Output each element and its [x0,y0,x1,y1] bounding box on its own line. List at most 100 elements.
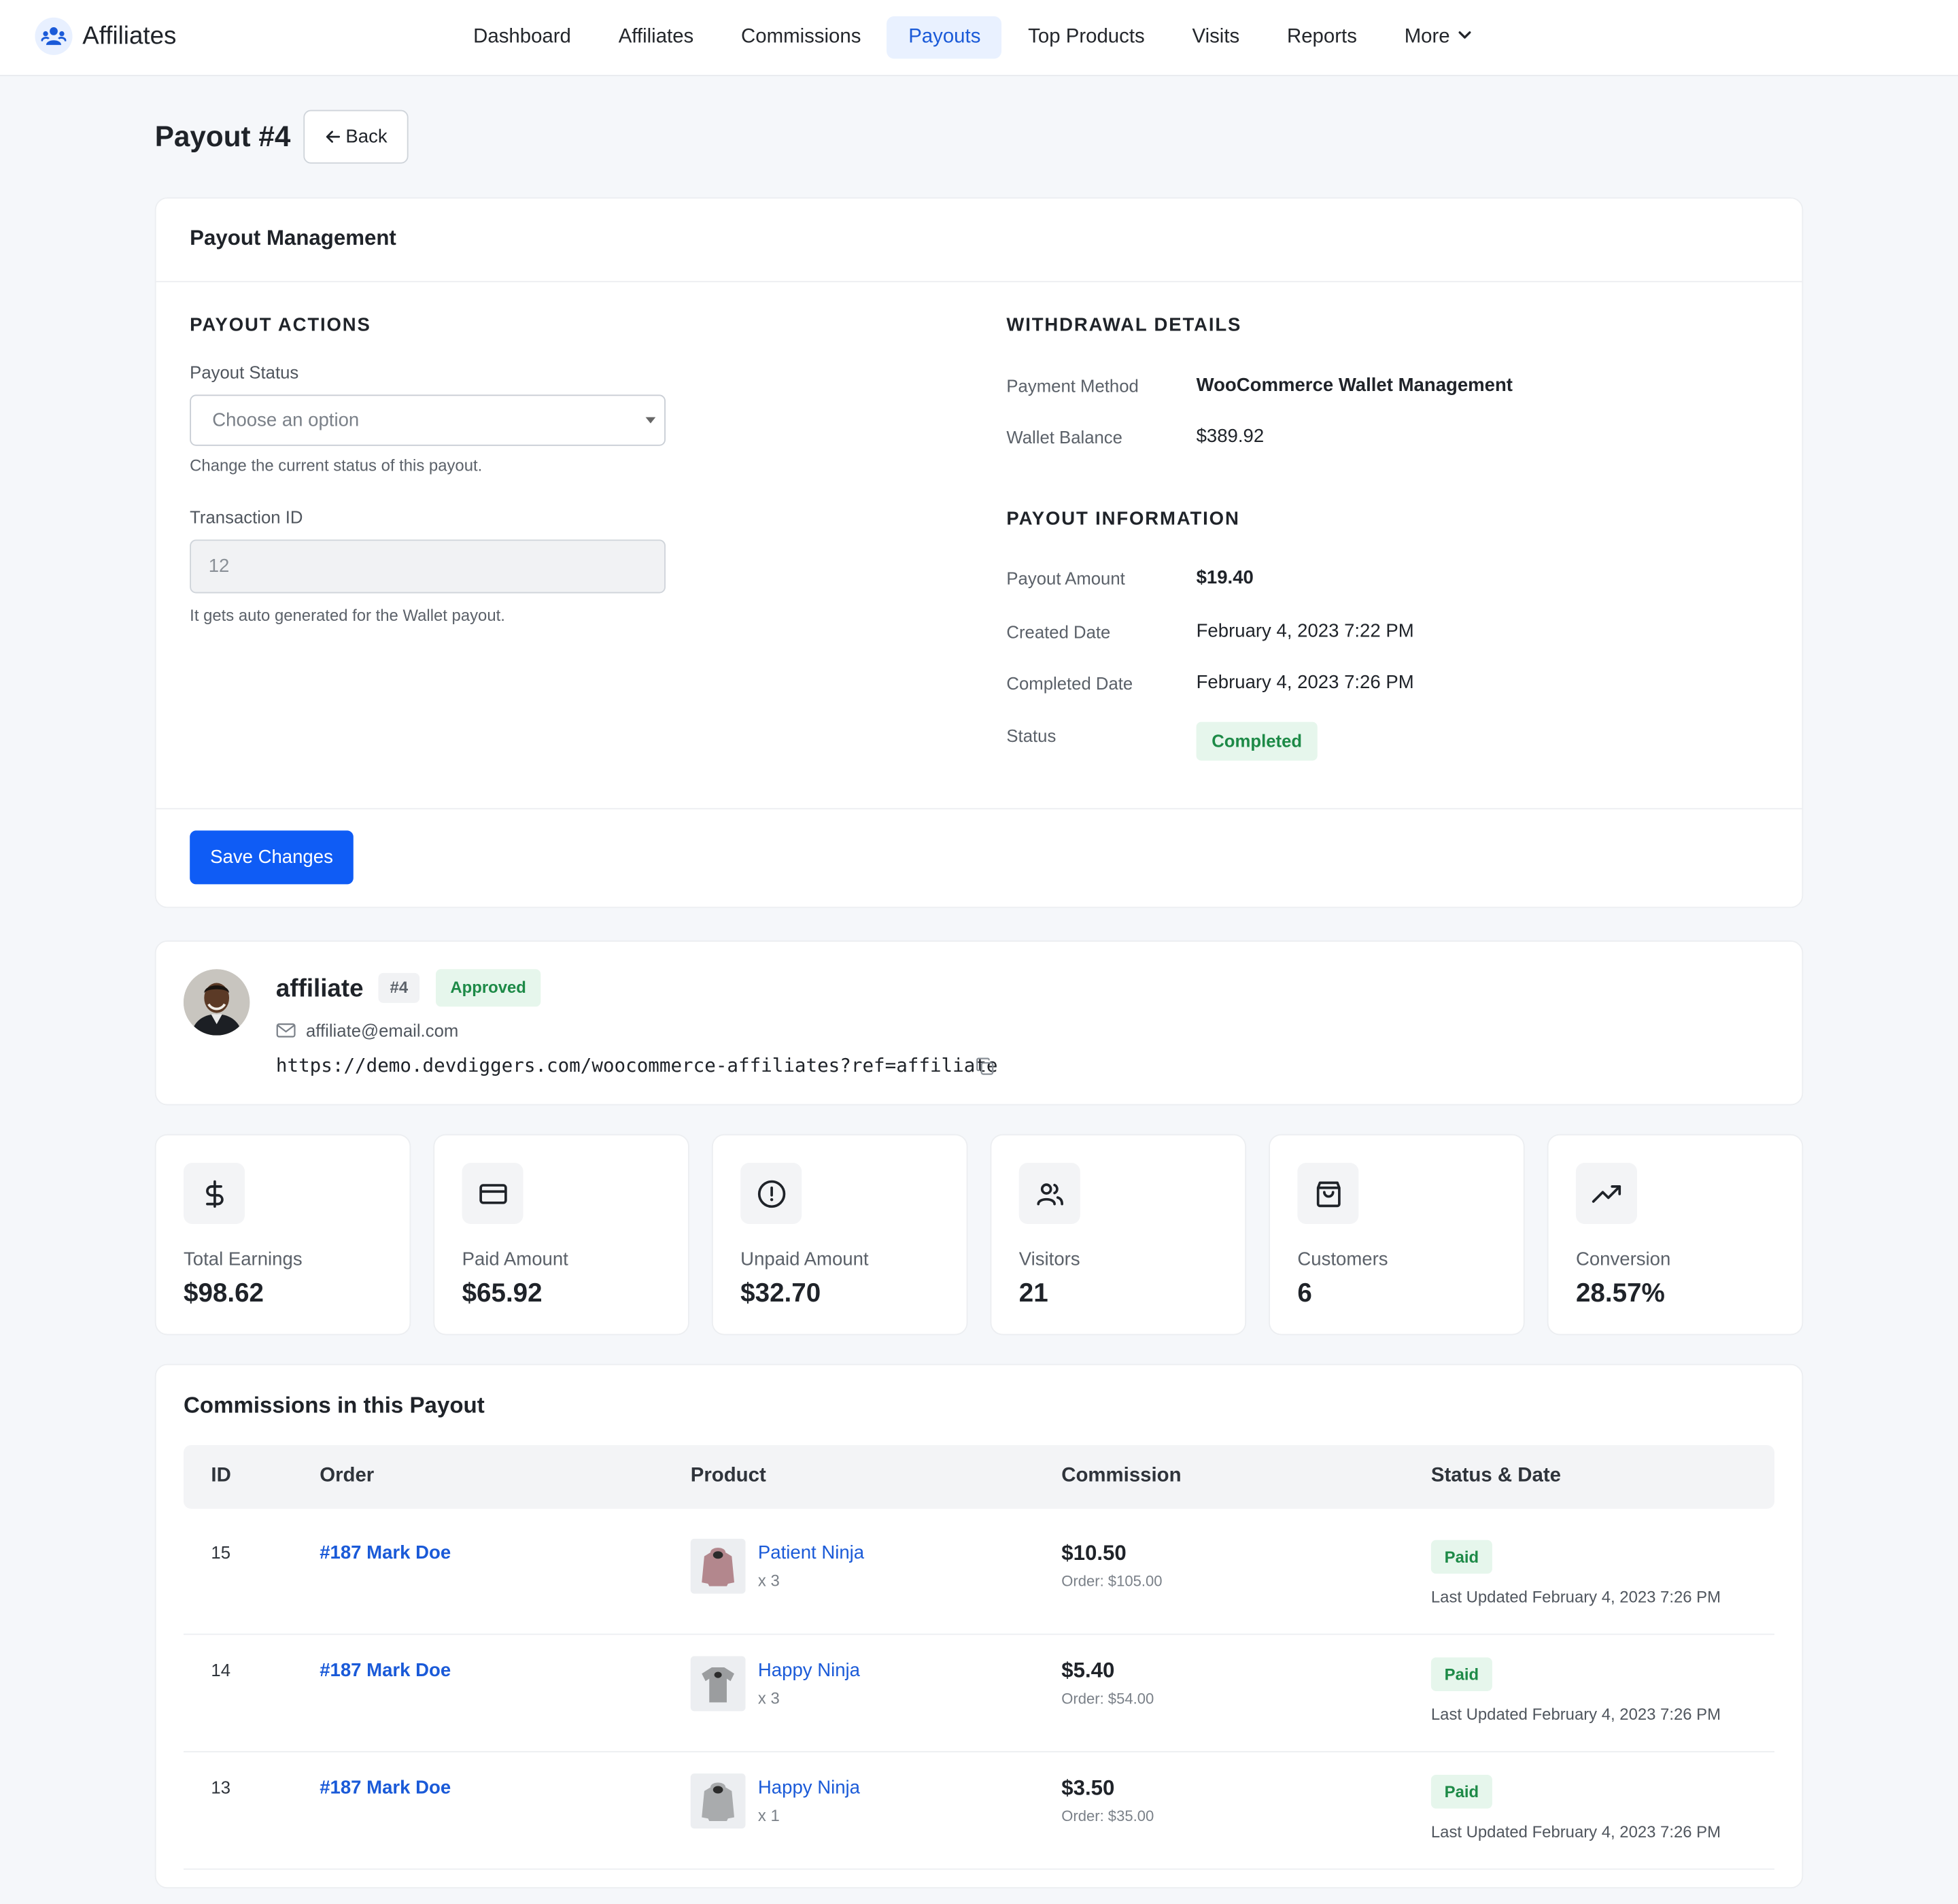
nav-label: Top Products [1028,26,1145,48]
wallet-balance-value: $389.92 [1196,426,1265,447]
shopping-bag-icon [1297,1163,1359,1224]
affiliate-id-badge: #4 [378,972,420,1003]
stat-label: Total Earnings [184,1248,303,1270]
stat-card-visitors: Visitors 21 [990,1134,1247,1336]
status-badge: Paid [1430,1775,1492,1809]
payout-information-title: PAYOUT INFORMATION [1006,508,1240,530]
affiliate-card: affiliate #4 Approved affiliate@email.co… [154,940,1804,1106]
divider [156,808,1802,810]
payout-status-label: Payout Status [190,362,299,383]
copy-icon[interactable] [975,1057,995,1083]
commission-amount: $3.50 [1061,1775,1115,1800]
table-header: ID Order Product Commission Status & Dat… [184,1445,1774,1509]
last-updated: Last Updated February 4, 2023 7:26 PM [1430,1587,1721,1607]
stat-card-total-earnings: Total Earnings $98.62 [154,1134,411,1336]
page-title: Payout #4 [154,120,291,153]
withdrawal-details-title: WITHDRAWAL DETAILS [1006,314,1242,337]
table-row: 14 #187 Mark Doe Happy Ninja x 3 $5.40 O… [184,1633,1774,1752]
stat-value: $32.70 [740,1278,821,1308]
payment-method-value: WooCommerce Wallet Management [1196,375,1513,396]
affiliate-network-icon [35,17,73,55]
product-thumbnail [690,1773,746,1829]
save-changes-button[interactable]: Save Changes [190,830,354,885]
created-date-value: February 4, 2023 7:22 PM [1196,620,1414,643]
payment-method-label: Payment Method [1006,375,1139,396]
card-title: Payout Management [190,226,396,250]
stat-value: 6 [1297,1278,1312,1308]
commissions-title: Commissions in this Payout [184,1392,485,1418]
table-row: 15 #187 Mark Doe Patient Ninja x 3 $10.5… [184,1516,1774,1635]
product-quantity: x 1 [757,1805,780,1825]
back-label: Back [345,126,388,148]
commission-id: 15 [211,1542,231,1563]
created-date-label: Created Date [1006,622,1111,643]
nav-visits[interactable]: Visits [1171,16,1260,58]
affiliate-email: affiliate@email.com [306,1020,459,1040]
nav-label: Visits [1192,26,1240,48]
payout-status-help: Change the current status of this payout… [190,456,483,475]
order-total: Order: $54.00 [1061,1690,1154,1707]
order-link[interactable]: #187 Mark Doe [320,1778,451,1799]
payout-status-select[interactable]: Choose an option [190,394,666,446]
commission-id: 14 [211,1660,231,1680]
stat-label: Conversion [1575,1248,1671,1270]
mail-icon [276,1021,296,1045]
column-header: Order [320,1465,375,1486]
nav-commissions[interactable]: Commissions [720,16,882,58]
column-header: Commission [1061,1465,1182,1486]
product-quantity: x 3 [757,1688,780,1707]
stat-value: 21 [1018,1278,1048,1308]
payout-management-card: Payout Management PAYOUT ACTIONS Payout … [154,197,1804,908]
payout-actions-title: PAYOUT ACTIONS [190,314,371,337]
stat-label: Unpaid Amount [740,1248,869,1270]
nav-dashboard[interactable]: Dashboard [452,16,592,58]
commission-amount: $10.50 [1061,1541,1127,1565]
product-link[interactable]: Patient Ninja [758,1542,864,1563]
caret-down-icon [645,417,656,424]
stat-card-conversion: Conversion 28.57% [1547,1134,1804,1336]
trending-up-icon [1575,1163,1637,1224]
payout-amount-value: $19.40 [1196,566,1254,589]
nav-label: Affiliates [618,26,694,48]
main-nav: Dashboard Affiliates Commissions Payouts… [452,16,1498,59]
affiliate-status-badge: Approved [436,969,541,1007]
brand-name: Affiliates [82,22,177,50]
arrow-left-icon [324,129,341,145]
transaction-id-help: It gets auto generated for the Wallet pa… [190,605,505,625]
stat-value: $65.92 [462,1278,543,1308]
affiliate-name: affiliate [275,975,364,1003]
status-badge: Completed [1196,721,1318,761]
product-link[interactable]: Happy Ninja [758,1660,860,1681]
column-header: ID [211,1465,231,1486]
commission-id: 13 [211,1777,231,1798]
nav-reports[interactable]: Reports [1266,16,1378,58]
order-total: Order: $105.00 [1061,1572,1163,1591]
credit-card-icon [462,1163,523,1224]
completed-date-label: Completed Date [1006,673,1133,694]
last-updated: Last Updated February 4, 2023 7:26 PM [1430,1705,1721,1724]
commissions-card: Commissions in this Payout ID Order Prod… [154,1363,1804,1889]
product-thumbnail [690,1656,746,1712]
nav-label: Reports [1286,26,1357,48]
affiliate-referral-url: https://demo.devdiggers.com/woocommerce-… [275,1054,998,1077]
nav-top-products[interactable]: Top Products [1007,16,1166,58]
transaction-id-value: 12 [208,556,230,577]
product-quantity: x 3 [757,1571,780,1591]
nav-affiliates[interactable]: Affiliates [597,16,715,58]
stat-card-customers: Customers 6 [1269,1134,1525,1336]
transaction-id-label: Transaction ID [190,507,303,528]
column-header: Product [690,1465,766,1486]
status-badge: Paid [1430,1657,1492,1691]
order-link[interactable]: #187 Mark Doe [320,1542,451,1563]
select-placeholder: Choose an option [212,409,360,431]
avatar [184,969,250,1036]
nav-label: More [1404,26,1450,48]
product-link[interactable]: Happy Ninja [758,1778,860,1799]
stat-card-paid-amount: Paid Amount $65.92 [433,1134,689,1336]
back-button[interactable]: Back [303,109,409,164]
nav-payouts[interactable]: Payouts [887,16,1002,59]
order-link[interactable]: #187 Mark Doe [320,1660,451,1681]
brand[interactable]: Affiliates [35,17,177,55]
nav-more[interactable]: More [1383,16,1493,58]
transaction-id-input: 12 [190,539,666,594]
